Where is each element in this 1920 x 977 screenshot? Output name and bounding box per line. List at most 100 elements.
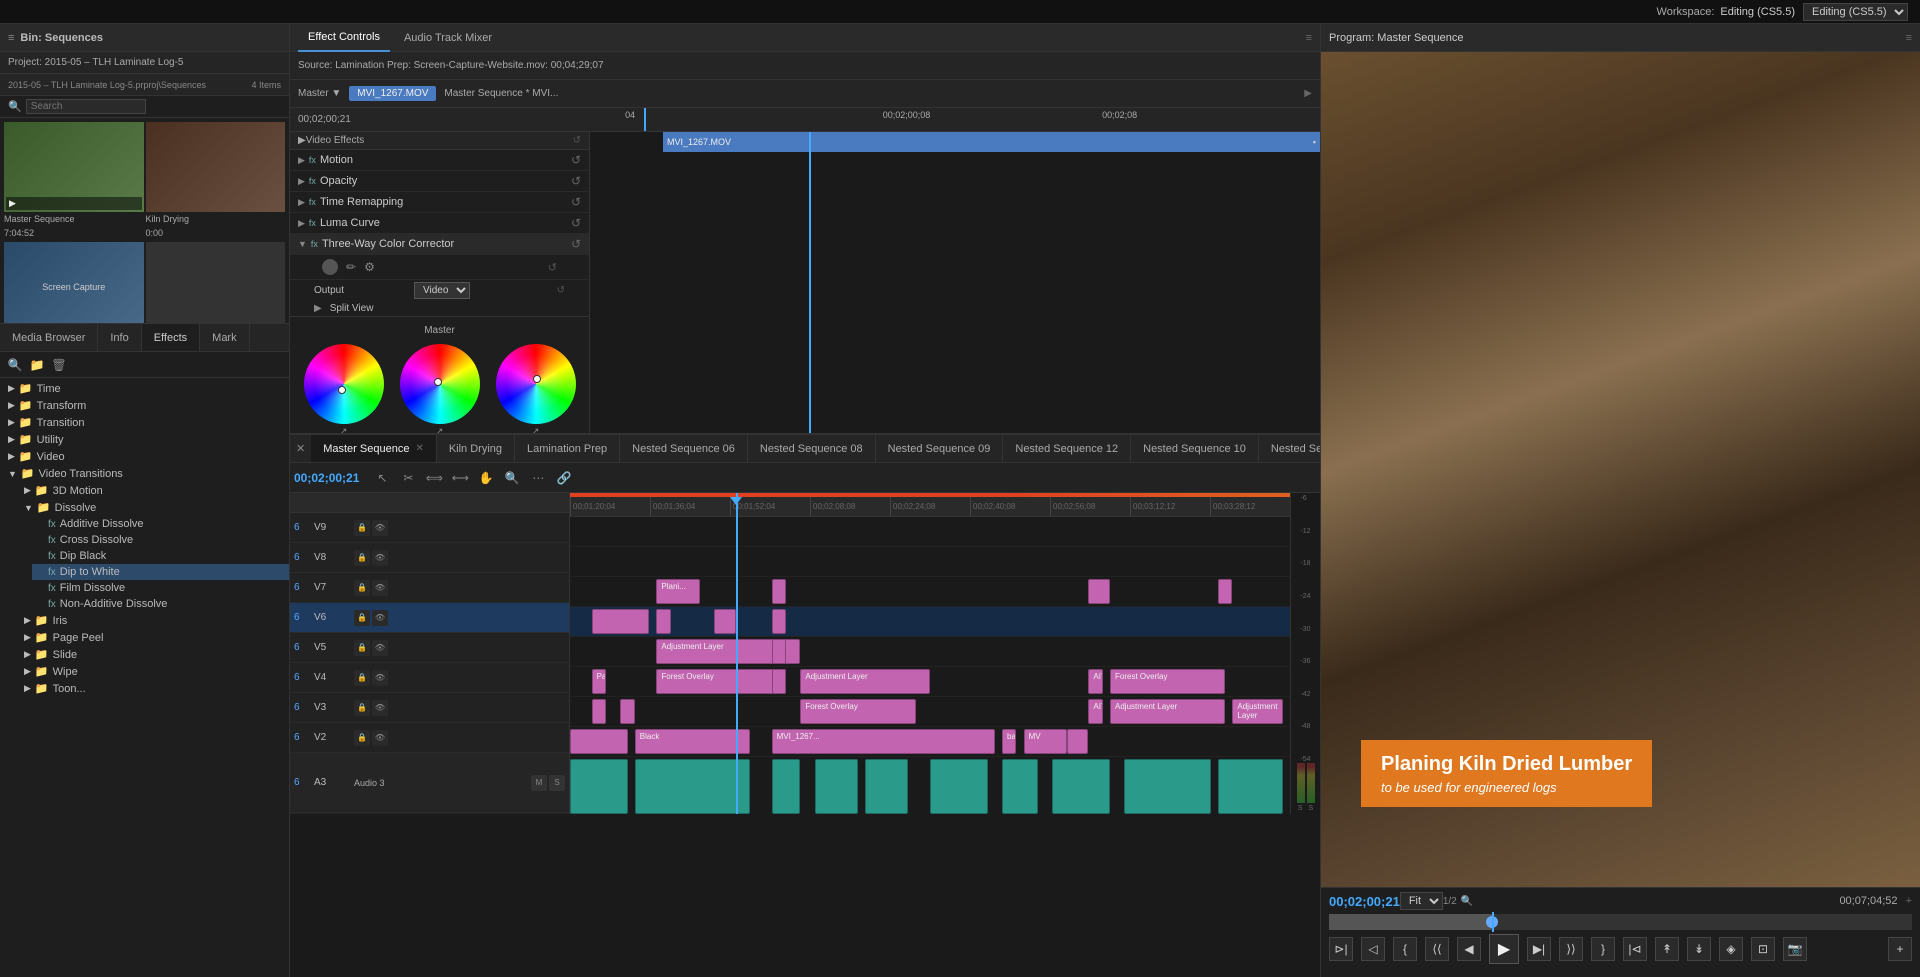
folder-transition-header[interactable]: ▶ 📁 Transition <box>0 414 289 431</box>
timeline-close-btn[interactable]: ✕ <box>290 442 311 455</box>
3way-pencil-icon[interactable]: ✏ <box>346 260 356 274</box>
effects-search-icon[interactable]: 🔍 <box>4 354 26 376</box>
clip-v4-ait[interactable]: AIT <box>1088 669 1102 694</box>
folder-video-header[interactable]: ▶ 📁 Video <box>0 448 289 465</box>
btn-extract[interactable]: ↡ <box>1687 937 1711 961</box>
folder-3d-motion-header[interactable]: ▶ 📁 3D Motion <box>16 482 289 499</box>
output-reset[interactable]: ↺ <box>557 285 565 296</box>
clip-v6-2[interactable] <box>656 609 670 634</box>
v9-eye-icon[interactable]: 👁 <box>372 520 388 536</box>
folder-utility-header[interactable]: ▶ 📁 Utility <box>0 431 289 448</box>
luma-reset-icon[interactable]: ↺ <box>571 216 581 230</box>
video-effects-reset[interactable]: ↺ <box>573 135 581 146</box>
btn-go-to-out[interactable]: |⊲ <box>1623 937 1647 961</box>
clip-v3-ait2[interactable]: AIT <box>1088 699 1102 724</box>
folder-transform-header[interactable]: ▶ 📁 Transform <box>0 397 289 414</box>
clip-v3-forest3[interactable]: Forest Overlay <box>800 699 915 724</box>
bin-item-kiln[interactable]: Kiln Drying 0:00 <box>146 122 286 240</box>
tab-media-browser[interactable]: Media Browser <box>0 324 98 351</box>
ec-expand-icon[interactable]: ▶ <box>1304 88 1312 99</box>
btn-insert[interactable]: ◈ <box>1719 937 1743 961</box>
motion-reset-icon[interactable]: ↺ <box>571 153 581 167</box>
v2-lock-icon[interactable]: 🔒 <box>354 730 370 746</box>
tl-zoom-tool[interactable]: 🔍 <box>501 467 523 489</box>
clip-a3-9[interactable] <box>1124 759 1210 814</box>
item-dip-white[interactable]: fx Dip to White <box>32 564 289 580</box>
btn-step-back2[interactable]: ◀ <box>1457 937 1481 961</box>
3way-gear-icon[interactable]: ⚙ <box>364 260 375 274</box>
v8-eye-icon[interactable]: 👁 <box>372 550 388 566</box>
clip-a3-8[interactable] <box>1052 759 1110 814</box>
v3-eye-icon[interactable]: 👁 <box>372 700 388 716</box>
clip-v6-3[interactable] <box>714 609 736 634</box>
tab-nested-06[interactable]: Nested Sequence 06 <box>620 435 748 463</box>
bin-menu-icon[interactable]: ≡ <box>8 32 14 44</box>
folder-page-peel-header[interactable]: ▶ 📁 Page Peel <box>16 629 289 646</box>
bin-item-adj[interactable]: Adjustment Layer 2:30 <box>146 242 286 323</box>
clip-v6-4[interactable] <box>772 609 786 634</box>
clip-v7-1[interactable]: Plani... <box>656 579 699 604</box>
v8-lock-icon[interactable]: 🔒 <box>354 550 370 566</box>
v7-lock-icon[interactable]: 🔒 <box>354 580 370 596</box>
clip-v4-3[interactable] <box>772 669 786 694</box>
btn-export-frame[interactable]: 📷 <box>1783 937 1807 961</box>
tab-nested-08[interactable]: Nested Sequence 08 <box>748 435 876 463</box>
tl-link-btn[interactable]: 🔗 <box>553 467 575 489</box>
clip-a3-3[interactable] <box>772 759 801 814</box>
workspace-dropdown[interactable]: Editing (CS5.5) <box>1803 3 1908 21</box>
clip-v2-mv1[interactable]: MVI_1267... <box>772 729 995 754</box>
tab-lamination-prep[interactable]: Lamination Prep <box>515 435 620 463</box>
item-dip-black[interactable]: fx Dip Black <box>32 548 289 564</box>
clip-v5-2[interactable] <box>772 639 786 664</box>
clip-a3-10[interactable] <box>1218 759 1283 814</box>
wheel-midtones-canvas[interactable] <box>400 344 480 424</box>
a3-m-btn[interactable]: M <box>531 775 547 791</box>
effect-row-opacity[interactable]: ▶ fx Opacity ↺ <box>290 171 589 192</box>
tl-pan-tool[interactable]: ✋ <box>475 467 497 489</box>
tab-master-seq-close[interactable]: ✕ <box>415 443 423 454</box>
tab-nested-10[interactable]: Nested Sequence 10 <box>1131 435 1259 463</box>
a3-s-btn[interactable]: S <box>549 775 565 791</box>
btn-mark-out[interactable]: } <box>1591 937 1615 961</box>
effects-new-bin-icon[interactable]: 📁 <box>26 354 48 376</box>
v2-eye-icon[interactable]: 👁 <box>372 730 388 746</box>
v6-eye-icon[interactable]: 👁 <box>372 610 388 626</box>
program-zoom-icon[interactable]: 🔍 <box>1461 896 1473 907</box>
item-film-dissolve[interactable]: fx Film Dissolve <box>32 580 289 596</box>
tl-ripple-tool[interactable]: ⟺ <box>423 467 445 489</box>
folder-iris-header[interactable]: ▶ 📁 Iris <box>16 612 289 629</box>
program-progress[interactable] <box>1329 914 1912 930</box>
btn-mark-in[interactable]: { <box>1393 937 1417 961</box>
v9-lock-icon[interactable]: 🔒 <box>354 520 370 536</box>
program-menu-icon[interactable]: ≡ <box>1906 32 1912 44</box>
btn-step-prev[interactable]: ⟨⟨ <box>1425 937 1449 961</box>
effect-row-time-remapping[interactable]: ▶ fx Time Remapping ↺ <box>290 192 589 213</box>
btn-go-to-in[interactable]: ⊳| <box>1329 937 1353 961</box>
folder-slide-header[interactable]: ▶ 📁 Slide <box>16 646 289 663</box>
ec-clip-name[interactable]: MVI_1267.MOV <box>349 86 436 101</box>
time-remap-reset-icon[interactable]: ↺ <box>571 195 581 209</box>
tab-nested-09[interactable]: Nested Sequence 09 <box>876 435 1004 463</box>
tab-nested-11[interactable]: Nested Sequence 11 <box>1259 435 1320 463</box>
clip-a3-6[interactable] <box>930 759 988 814</box>
v5-eye-icon[interactable]: 👁 <box>372 640 388 656</box>
clip-a3-2[interactable] <box>635 759 750 814</box>
v4-lock-icon[interactable]: 🔒 <box>354 670 370 686</box>
opacity-reset-icon[interactable]: ↺ <box>571 174 581 188</box>
bin-item-master[interactable]: ▶ Master Sequence 7:04:52 <box>4 122 144 240</box>
tab-audio-track-mixer[interactable]: Audio Track Mixer <box>394 24 502 52</box>
clip-v3-adj3[interactable]: Adjustment Layer <box>1110 699 1225 724</box>
tl-razor-tool[interactable]: ✂ <box>397 467 419 489</box>
clip-v2-3[interactable] <box>1067 729 1089 754</box>
btn-step-back[interactable]: ◁ <box>1361 937 1385 961</box>
btn-overwrite[interactable]: ⊡ <box>1751 937 1775 961</box>
folder-toon-header[interactable]: ▶ 📁 Toon... <box>16 680 289 697</box>
btn-lift[interactable]: ↟ <box>1655 937 1679 961</box>
folder-dissolve-header[interactable]: ▼ 📁 Dissolve <box>16 499 289 516</box>
folder-wipe-header[interactable]: ▶ 📁 Wipe <box>16 663 289 680</box>
clip-a3-7[interactable] <box>1002 759 1038 814</box>
ec-menu-icon[interactable]: ≡ <box>1306 32 1312 44</box>
v5-lock-icon[interactable]: 🔒 <box>354 640 370 656</box>
tab-mark[interactable]: Mark <box>200 324 249 351</box>
tl-select-tool[interactable]: ↖ <box>371 467 393 489</box>
